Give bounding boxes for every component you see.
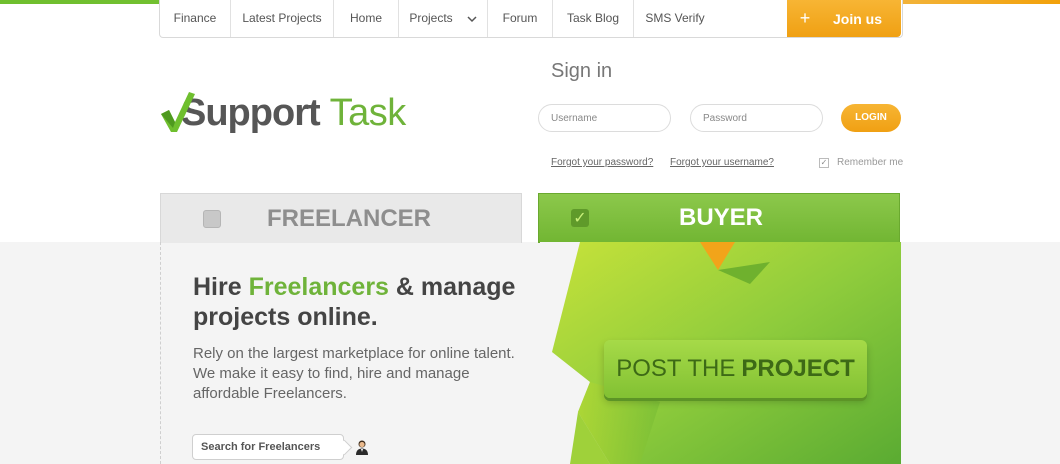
person-icon	[356, 440, 368, 455]
post-project-button[interactable]: POST THE PROJECT	[604, 340, 867, 398]
chevron-down-icon	[467, 15, 477, 22]
nav-home-label: Home	[349, 11, 382, 25]
tab-buyer[interactable]: ✓ BUYER	[538, 193, 900, 243]
headline-part-1: Hire	[193, 273, 249, 301]
tab-freelancer-label: FREELANCER	[267, 204, 432, 232]
nav-finance[interactable]: Finance	[160, 0, 231, 37]
nav-home[interactable]: Home	[334, 0, 399, 37]
remember-me-checkbox[interactable]: ✓	[819, 157, 829, 168]
post-project-label-1: POST THE	[616, 355, 736, 382]
signin-title: Sign in	[551, 60, 613, 82]
checkmark-logo-icon	[161, 92, 195, 132]
logo-word-task: Task	[329, 91, 407, 134]
nav-task-blog[interactable]: Task Blog	[553, 0, 634, 37]
tab-freelancer[interactable]: FREELANCER	[160, 193, 522, 243]
plus-icon: +	[799, 8, 811, 28]
join-us-button[interactable]: + Join us	[787, 0, 901, 37]
nav-latest-projects[interactable]: Latest Projects	[231, 0, 334, 37]
forgot-password-link[interactable]: Forgot your password?	[551, 157, 653, 168]
hero-headline: Hire Freelancers & manage projects onlin…	[193, 272, 523, 332]
nav-latest-projects-label: Latest Projects	[242, 11, 322, 25]
login-button[interactable]: LOGIN	[841, 104, 901, 132]
search-freelancers-button[interactable]: Search for Freelancers	[192, 434, 344, 460]
password-input[interactable]	[690, 104, 823, 132]
tab-buyer-label: BUYER	[679, 204, 764, 231]
checkbox-checked-icon: ✓	[571, 209, 589, 227]
nav-projects[interactable]: Projects	[399, 0, 488, 37]
nav-task-blog-label: Task Blog	[566, 11, 620, 25]
nav-sms-verify-label: SMS Verify	[645, 11, 705, 25]
post-project-label-2: PROJECT	[741, 355, 855, 382]
nav-sms-verify[interactable]: SMS Verify	[634, 0, 716, 37]
hero-description: Rely on the largest marketplace for onli…	[193, 345, 515, 402]
checkbox-empty-icon	[203, 209, 221, 228]
forgot-username-link[interactable]: Forgot your username?	[670, 157, 774, 168]
remember-me[interactable]: ✓ Remember me	[819, 157, 903, 168]
nav-projects-label: Projects	[409, 11, 453, 25]
username-input[interactable]	[538, 104, 671, 132]
nav-forum-label: Forum	[502, 11, 538, 25]
headline-accent: Freelancers	[248, 273, 389, 301]
remember-me-label: Remember me	[837, 157, 904, 168]
logo-word-support: Support	[181, 91, 321, 134]
nav-finance-label: Finance	[173, 11, 217, 25]
nav-forum[interactable]: Forum	[488, 0, 553, 37]
site-logo[interactable]: Support Task	[159, 85, 406, 141]
join-us-label: Join us	[833, 10, 883, 27]
